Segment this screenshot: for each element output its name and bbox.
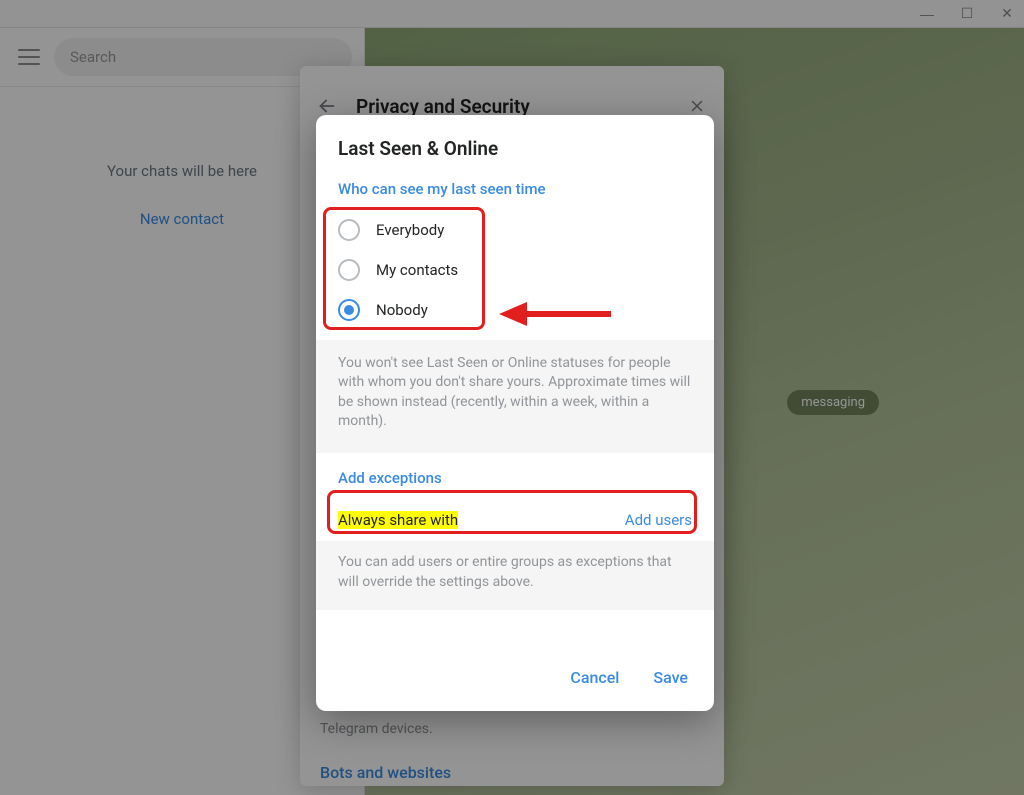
- exceptions-note: You can add users or entire groups as ex…: [316, 541, 714, 610]
- save-button[interactable]: Save: [653, 668, 688, 687]
- modal-actions: Cancel Save: [316, 646, 714, 711]
- annotation-box-share: [327, 490, 697, 534]
- modal-title: Last Seen & Online: [316, 115, 714, 170]
- cancel-button[interactable]: Cancel: [570, 668, 619, 687]
- annotation-arrow-icon: [499, 298, 615, 330]
- annotation-box-radios: [323, 207, 485, 330]
- last-seen-note: You won't see Last Seen or Online status…: [316, 340, 714, 453]
- last-seen-modal: Last Seen & Online Who can see my last s…: [316, 115, 714, 711]
- section-who-can-see: Who can see my last seen time: [316, 170, 714, 210]
